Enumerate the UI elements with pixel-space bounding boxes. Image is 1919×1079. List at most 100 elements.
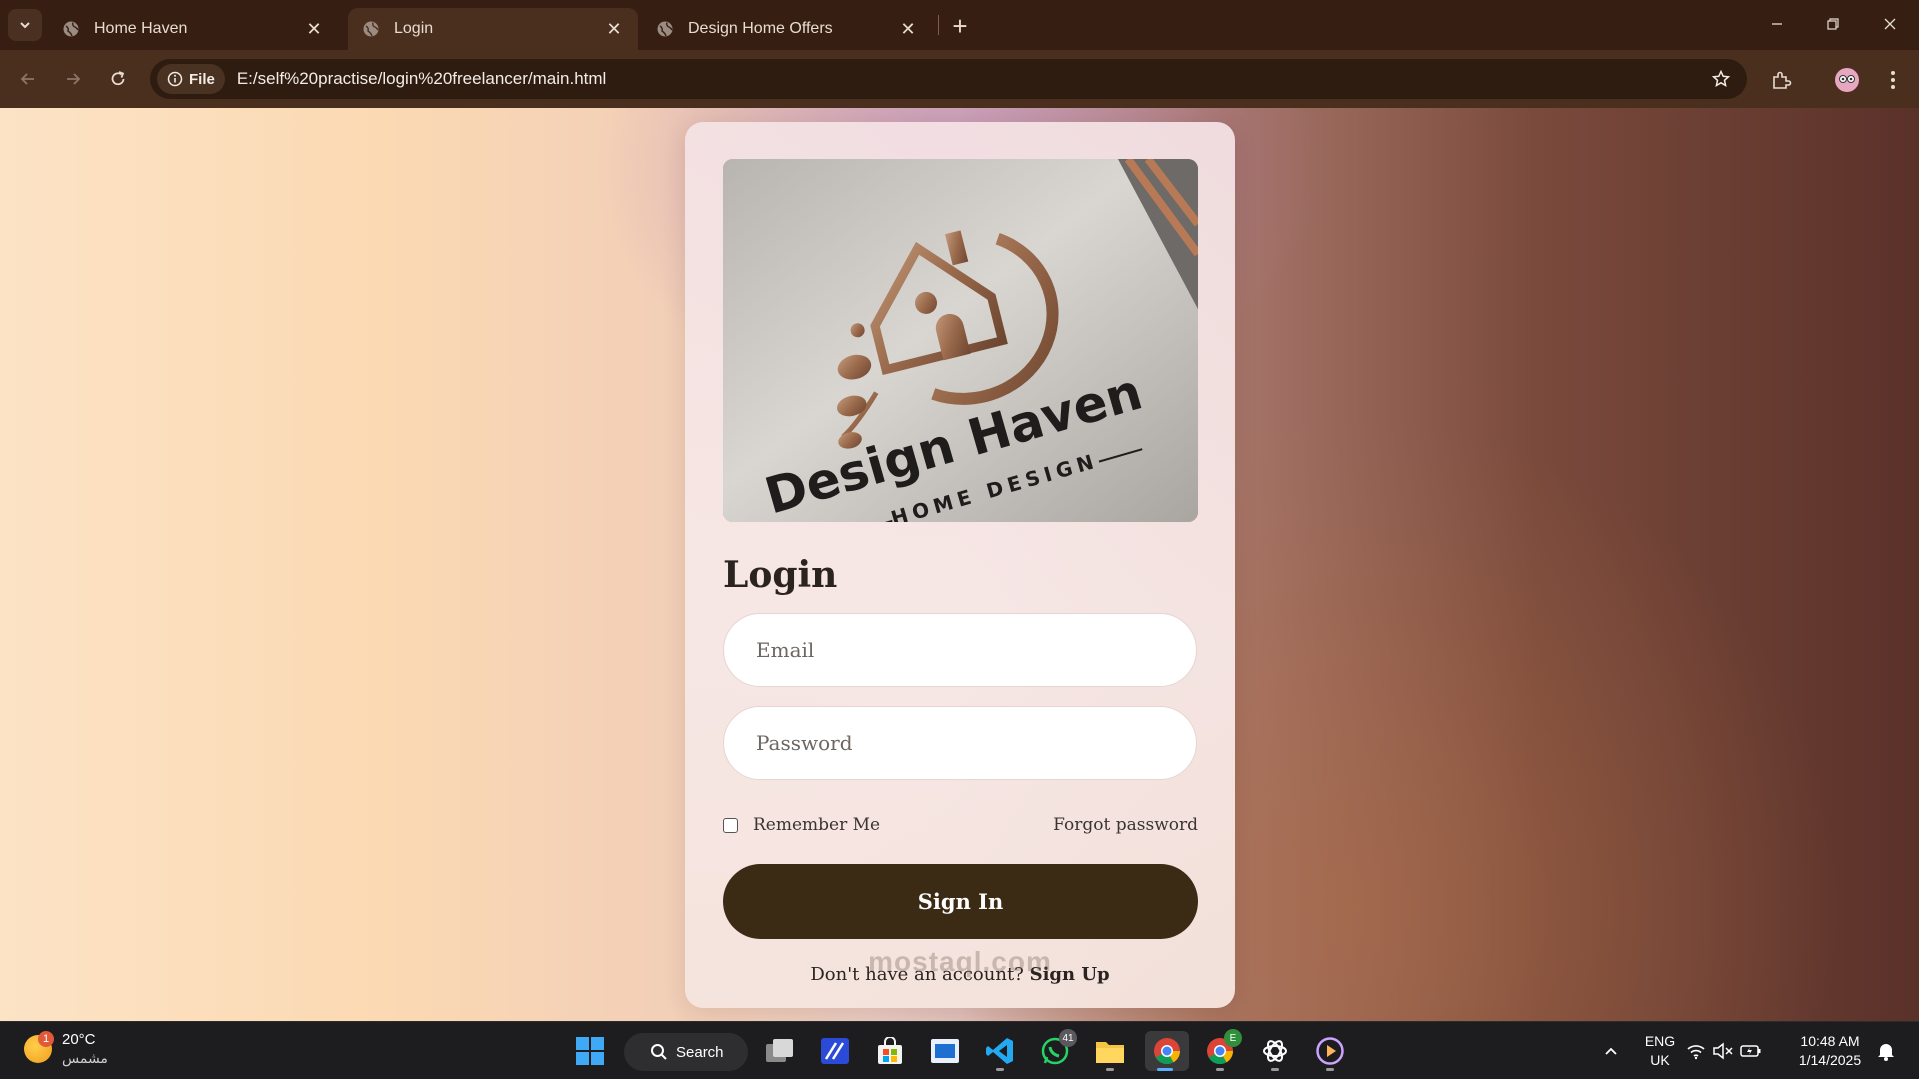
close-icon[interactable]: ✕ (898, 19, 918, 39)
clock[interactable]: 10:48 AM 1/14/2025 (1790, 1032, 1870, 1070)
whatsapp-badge: 41 (1059, 1029, 1077, 1047)
clock-time: 10:48 AM (1800, 1033, 1860, 1049)
tab-design-home-offers[interactable]: Design Home Offers ✕ (642, 8, 932, 50)
profile-avatar[interactable] (1830, 63, 1864, 97)
speaker-muted-icon (1713, 1042, 1733, 1060)
puzzle-icon (1773, 71, 1792, 89)
restore-button[interactable] (1813, 8, 1853, 40)
start-button[interactable] (570, 1031, 610, 1071)
chevron-down-icon (20, 22, 30, 29)
more-vertical-icon (1891, 71, 1895, 89)
bookmark-button[interactable] (1701, 59, 1741, 99)
close-icon (1884, 18, 1896, 30)
brand-logo-image: Design Haven HOME DESIGN (723, 159, 1198, 522)
email-input[interactable] (756, 638, 1196, 662)
language-indicator[interactable]: ENG UK (1640, 1032, 1680, 1070)
whiteboard-icon (931, 1039, 959, 1063)
remember-me-checkbox[interactable] (723, 817, 738, 833)
wifi-icon (1687, 1045, 1705, 1060)
tab-login[interactable]: Login ✕ (348, 8, 638, 50)
openai-icon (1263, 1040, 1287, 1062)
arrow-right-icon (67, 73, 81, 85)
sun-icon: 1 (24, 1031, 54, 1063)
tab-title: Home Haven (94, 20, 188, 37)
remember-me-label[interactable]: Remember Me (753, 815, 880, 835)
weather-badge: 1 (38, 1031, 54, 1047)
weather-temp: 20°C (62, 1031, 96, 1048)
taskbar-app-media-player[interactable] (1310, 1031, 1350, 1071)
globe-icon (63, 21, 79, 37)
clock-date: 1/14/2025 (1798, 1052, 1862, 1068)
language-line2: UK (1650, 1052, 1670, 1068)
minimize-icon (1772, 23, 1782, 25)
tab-title: Design Home Offers (688, 20, 833, 37)
extensions-button[interactable] (1764, 63, 1798, 97)
windows-logo-icon (576, 1037, 604, 1065)
back-button[interactable] (12, 63, 44, 95)
globe-icon (363, 21, 379, 37)
close-window-button[interactable] (1870, 8, 1910, 40)
notifications-button[interactable] (1866, 1031, 1906, 1071)
new-tab-button[interactable]: + (946, 11, 974, 41)
chevron-up-icon (1605, 1047, 1617, 1055)
taskbar-app-board[interactable] (925, 1031, 965, 1071)
taskbar-app-chrome-profile[interactable]: E (1200, 1029, 1242, 1071)
browser-menu-button[interactable] (1876, 63, 1910, 97)
taskbar-app-file-explorer[interactable] (1090, 1031, 1130, 1071)
tab-title: Login (394, 20, 434, 37)
weather-widget[interactable]: 1 20°C مشمس (24, 1030, 108, 1068)
tray-status-icons[interactable] (1684, 1031, 1764, 1071)
search-icon (651, 1044, 667, 1060)
task-view-button[interactable] (760, 1031, 800, 1071)
weather-condition: مشمس (62, 1050, 108, 1066)
browser-tab-strip: Home Haven ✕ Login ✕ Design Home Offers … (0, 0, 1919, 50)
password-input[interactable] (756, 731, 1196, 755)
url-text[interactable]: E:/self%20practise/login%20freelancer/ma… (237, 69, 1701, 89)
page-title: Login (723, 554, 838, 596)
avatar-icon (1835, 68, 1859, 92)
tab-separator (938, 15, 939, 35)
reload-button[interactable] (102, 63, 134, 95)
tray-overflow-button[interactable] (1591, 1031, 1631, 1071)
info-icon (167, 71, 183, 87)
running-indicator (1216, 1068, 1224, 1071)
page-viewport: Design Haven HOME DESIGN Login Remember … (0, 108, 1919, 1021)
browser-toolbar: File E:/self%20practise/login%20freelanc… (0, 50, 1919, 108)
taskbar-app-vscode[interactable] (980, 1031, 1020, 1071)
login-card: Design Haven HOME DESIGN Login Remember … (685, 122, 1235, 1008)
folder-icon (1096, 1042, 1124, 1063)
chrome-icon (1154, 1038, 1181, 1065)
running-indicator (1157, 1068, 1173, 1071)
running-indicator (996, 1068, 1004, 1071)
taskbar-app-store[interactable] (870, 1031, 910, 1071)
tab-search-button[interactable] (8, 9, 42, 41)
reload-icon (111, 71, 125, 86)
taskbar-app-editor[interactable] (815, 1031, 855, 1071)
close-icon[interactable]: ✕ (604, 19, 624, 39)
store-icon (878, 1037, 902, 1064)
tab-home-haven[interactable]: Home Haven ✕ (48, 8, 338, 50)
play-icon (1316, 1037, 1344, 1065)
address-bar[interactable]: File E:/self%20practise/login%20freelanc… (150, 59, 1747, 99)
taskbar-app-whatsapp[interactable]: 41 (1035, 1029, 1077, 1071)
taskbar-app-chrome[interactable] (1145, 1031, 1189, 1071)
taskbar-search[interactable]: Search (624, 1033, 748, 1071)
forward-button[interactable] (57, 63, 89, 95)
site-info-chip[interactable]: File (157, 64, 225, 94)
close-icon[interactable]: ✕ (304, 19, 324, 39)
taskbar-app-chatgpt[interactable] (1255, 1031, 1295, 1071)
running-indicator (1106, 1068, 1114, 1071)
star-icon (1711, 69, 1731, 88)
running-indicator (1271, 1068, 1279, 1071)
site-chip-label: File (189, 70, 215, 88)
language-line1: ENG (1644, 1033, 1676, 1049)
pen-app-icon (821, 1038, 849, 1064)
minimize-button[interactable] (1757, 8, 1797, 40)
sign-in-button[interactable]: Sign In (723, 864, 1198, 939)
restore-icon (1827, 18, 1839, 30)
logo-artwork: Design Haven HOME DESIGN (723, 159, 1198, 522)
email-field (723, 613, 1197, 687)
forgot-password-link[interactable]: Forgot password (1053, 815, 1198, 835)
chrome-profile-badge: E (1224, 1029, 1242, 1047)
password-field (723, 706, 1197, 780)
